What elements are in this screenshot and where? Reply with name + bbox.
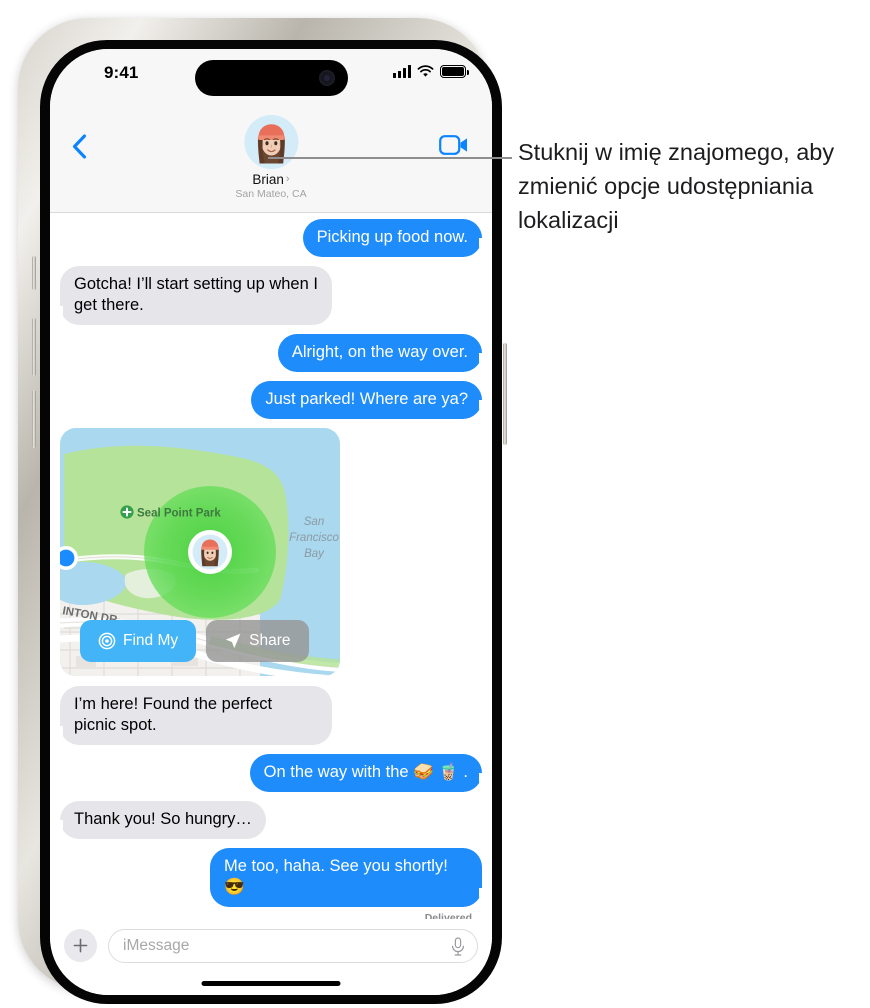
svg-text:Seal Point Park: Seal Point Park	[137, 508, 221, 520]
message-bubble-incoming[interactable]: I’m here! Found the perfect picnic spot.	[53, 686, 332, 745]
message-row: Alright, on the way over.	[60, 334, 490, 372]
share-label: Share	[249, 632, 291, 649]
avatar	[243, 115, 298, 169]
imessage-input[interactable]: iMessage	[108, 929, 478, 963]
svg-text:San: San	[304, 516, 324, 528]
cellular-signal-icon	[393, 65, 411, 78]
findmy-radar-icon	[98, 632, 116, 650]
map-action-buttons: Find My Share	[80, 620, 309, 662]
message-row: Picking up food now.	[60, 219, 490, 257]
side-power-button[interactable]	[503, 343, 507, 445]
message-bubble-outgoing[interactable]: Alright, on the way over.	[277, 334, 490, 372]
find-my-label: Find My	[123, 632, 179, 649]
message-row: On the way with the 🥪 🧋 .	[60, 754, 490, 792]
message-thread[interactable]: Picking up food now. Gotcha! I’ll start …	[50, 213, 492, 919]
contact-name-row[interactable]: Brian ›	[252, 172, 289, 187]
mute-switch-button[interactable]	[32, 256, 36, 290]
message-bubble-incoming[interactable]: Thank you! So hungry…	[53, 801, 266, 839]
add-attachment-button[interactable]	[64, 929, 97, 962]
chevron-right-icon: ›	[285, 173, 290, 185]
message-bubble-outgoing[interactable]: Picking up food now.	[302, 219, 490, 257]
svg-text:Francisco: Francisco	[289, 532, 339, 544]
back-button[interactable]	[66, 131, 92, 161]
message-row: Just parked! Where are ya?	[60, 381, 489, 419]
status-bar-indicators	[393, 65, 469, 78]
plus-icon	[73, 938, 88, 953]
message-bubble-outgoing[interactable]: Just parked! Where are ya?	[251, 381, 489, 419]
delivery-status: Delivered	[424, 912, 472, 919]
message-row: Thank you! So hungry…	[53, 801, 482, 839]
message-bubble-outgoing[interactable]: Me too, haha. See you shortly! 😎	[210, 848, 489, 907]
message-bubble-incoming[interactable]: Gotcha! I’ll start setting up when I get…	[53, 266, 332, 325]
phone-device-frame: 9:41 Brian › San Mateo, CA Picking up fo…	[18, 18, 507, 1004]
memoji-avatar-icon	[243, 115, 298, 169]
memoji-location-pin-icon	[188, 530, 232, 574]
find-my-button[interactable]: Find My	[80, 620, 197, 662]
park-marker-icon	[120, 505, 134, 519]
map-attachment[interactable]: Seal Point Park San Francisco Bay INTON …	[60, 428, 340, 676]
status-bar-time: 9:41	[104, 63, 139, 82]
memoji-location-pin[interactable]	[188, 530, 232, 574]
battery-icon	[440, 65, 469, 78]
dynamic-island	[195, 60, 348, 96]
volume-down-button[interactable]	[32, 390, 36, 448]
message-row: Me too, haha. See you shortly! 😎	[60, 848, 489, 907]
imessage-placeholder: iMessage	[123, 937, 190, 954]
volume-up-button[interactable]	[32, 318, 36, 376]
message-bubble-outgoing[interactable]: On the way with the 🥪 🧋 .	[249, 754, 490, 792]
share-arrow-icon	[225, 633, 241, 649]
callout-leader-line	[268, 157, 512, 159]
home-indicator[interactable]	[201, 981, 341, 986]
microphone-icon[interactable]	[451, 936, 465, 956]
message-row: Seal Point Park San Francisco Bay INTON …	[60, 428, 482, 676]
message-row: Gotcha! I’ll start setting up when I get…	[53, 266, 482, 325]
status-bar: 9:41	[50, 49, 492, 103]
facetime-button[interactable]	[438, 131, 470, 159]
video-camera-icon	[439, 135, 467, 155]
wifi-icon	[417, 65, 434, 77]
back-chevron-icon	[72, 133, 86, 159]
share-location-button[interactable]: Share	[206, 620, 309, 662]
front-camera-icon	[319, 70, 335, 86]
phone-screen: 9:41 Brian › San Mateo, CA Picking up fo…	[50, 49, 492, 995]
contact-location: San Mateo, CA	[235, 188, 307, 200]
screenshot-root: 9:41 Brian › San Mateo, CA Picking up fo…	[0, 0, 870, 1008]
message-row: I’m here! Found the perfect picnic spot.	[53, 686, 482, 745]
contact-name: Brian	[252, 172, 284, 187]
callout-text: Stuknij w imię znajomego, aby zmienić op…	[518, 139, 835, 233]
svg-text:Bay: Bay	[304, 548, 325, 560]
